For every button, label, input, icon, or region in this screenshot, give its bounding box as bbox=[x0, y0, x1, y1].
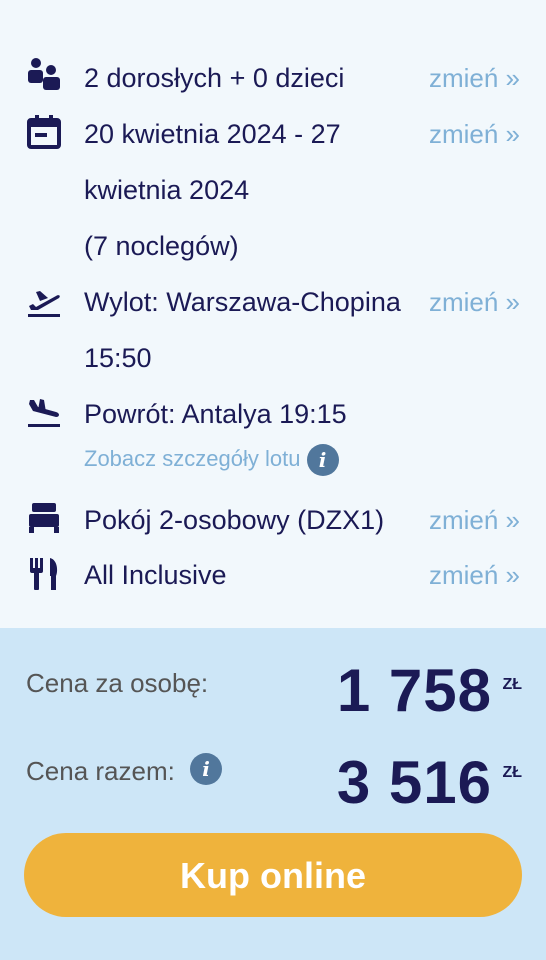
total-price-label: Cena razem: i bbox=[26, 753, 223, 787]
per-person-label: Cena za osobę: bbox=[26, 668, 209, 698]
flight-details-link[interactable]: Zobacz szczegóły lotu i bbox=[84, 444, 339, 477]
board-text: All Inclusive bbox=[84, 560, 227, 590]
departure-time: 15:50 bbox=[84, 343, 152, 373]
total-price: 3 516 bbox=[336, 749, 492, 816]
total-label-text: Cena razem: bbox=[26, 756, 175, 786]
plane-departure-icon bbox=[26, 284, 62, 320]
change-travelers-link[interactable]: zmień » bbox=[429, 50, 520, 106]
departure-text-line1: Wylot: Warszawa-Chopina bbox=[84, 287, 401, 317]
price-panel: Cena za osobę: 1 758 ZŁ Cena razem: i 3 … bbox=[0, 628, 546, 960]
total-currency: ZŁ bbox=[502, 764, 522, 781]
change-board-link[interactable]: zmień » bbox=[429, 547, 520, 603]
bed-icon bbox=[26, 500, 62, 536]
per-person-price: 1 758 bbox=[336, 657, 492, 724]
room-text: Pokój 2-osobowy (DZX1) bbox=[84, 505, 385, 535]
dates-text-line1: 20 kwietnia 2024 - 27 bbox=[84, 119, 341, 149]
change-room-link[interactable]: zmień » bbox=[429, 492, 520, 548]
buy-online-button[interactable]: Kup online bbox=[24, 833, 522, 917]
change-dates-link[interactable]: zmień » bbox=[429, 106, 520, 162]
fork-knife-icon bbox=[26, 556, 62, 592]
travelers-text: 2 dorosłych + 0 dzieci bbox=[84, 63, 345, 93]
per-person-currency: ZŁ bbox=[502, 676, 522, 693]
offer-details: 2 dorosłych + 0 dzieci zmień » 20 kwietn… bbox=[0, 0, 546, 628]
people-icon bbox=[26, 56, 62, 92]
dates-text-line2: kwietnia 2024 bbox=[84, 175, 250, 205]
info-icon[interactable]: i bbox=[306, 444, 339, 477]
change-departure-link[interactable]: zmień » bbox=[429, 274, 520, 330]
plane-arrival-icon bbox=[26, 394, 62, 430]
nights-count: (7 noclegów) bbox=[84, 231, 239, 261]
calendar-icon bbox=[26, 114, 62, 150]
return-text: Powrót: Antalya 19:15 bbox=[84, 399, 347, 429]
total-info-icon[interactable]: i bbox=[190, 753, 223, 786]
flight-details-label[interactable]: Zobacz szczegóły lotu bbox=[84, 446, 300, 471]
